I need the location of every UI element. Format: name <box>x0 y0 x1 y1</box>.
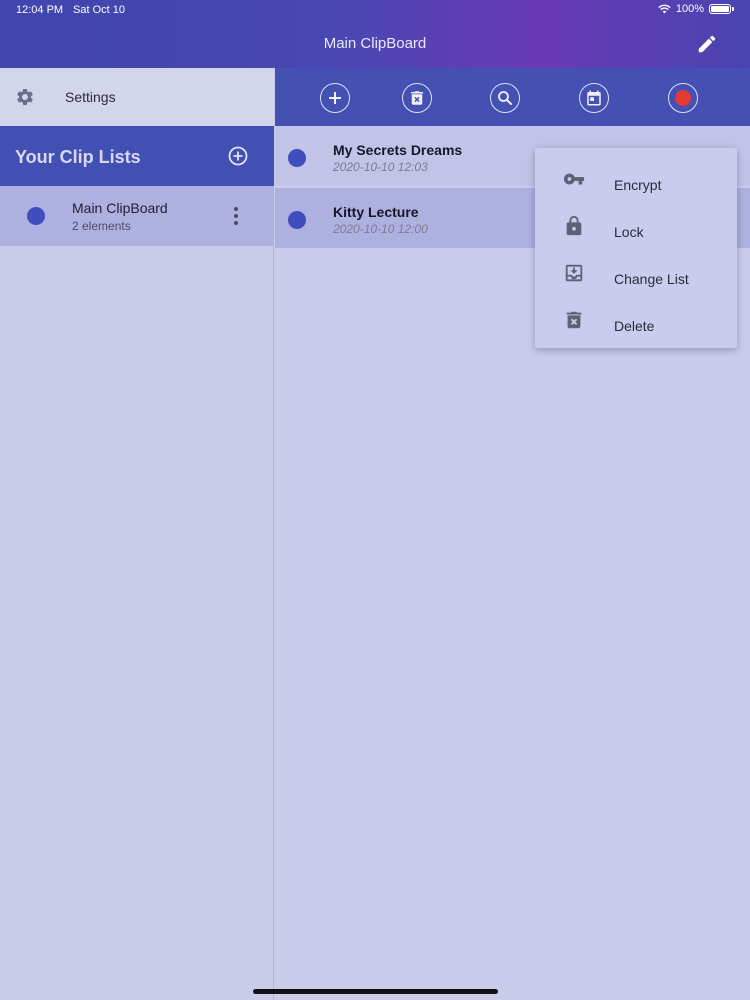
toolbar <box>275 68 750 126</box>
menu-label: Delete <box>614 318 655 334</box>
plus-icon <box>329 92 341 104</box>
clip-dot <box>288 149 306 167</box>
battery-percent: 100% <box>675 3 704 15</box>
status-time: 12:04 PM <box>16 4 64 16</box>
cliplists-header: Your Clip Lists <box>0 126 274 186</box>
calendar-button[interactable] <box>579 83 609 113</box>
add-clip-button[interactable] <box>320 83 350 113</box>
status-indicators: 100% <box>658 3 734 15</box>
menu-label: Lock <box>614 224 644 240</box>
more-vert-icon[interactable] <box>226 204 246 228</box>
lock-icon <box>563 215 585 237</box>
clip-dot <box>288 211 306 229</box>
cliplists-title: Your Clip Lists <box>15 147 141 167</box>
settings-label: Settings <box>65 89 116 105</box>
status-date: Sat Oct 10 <box>73 4 125 16</box>
pencil-icon[interactable] <box>696 33 718 55</box>
clip-date: 2020-10-10 12:00 <box>333 222 428 236</box>
search-button[interactable] <box>490 83 520 113</box>
menu-item-encrypt[interactable]: Encrypt <box>535 155 737 202</box>
app-header: 12:04 PM Sat Oct 10 100% Main ClipBoard <box>0 0 750 68</box>
menu-label: Encrypt <box>614 177 662 193</box>
sidebar: Settings Your Clip Lists Main ClipBoard … <box>0 68 274 1000</box>
key-icon <box>563 168 585 190</box>
wifi-icon <box>658 4 671 14</box>
delete-icon <box>563 309 585 331</box>
settings-row[interactable]: Settings <box>0 68 274 126</box>
plus-circle-icon[interactable] <box>227 145 249 167</box>
page-title: Main ClipBoard <box>323 35 427 52</box>
clip-title: Kitty Lecture <box>333 204 419 220</box>
menu-item-lock[interactable]: Lock <box>535 202 737 249</box>
status-bar: 12:04 PM Sat Oct 10 100% <box>0 0 750 22</box>
menu-item-change-list[interactable]: Change List <box>535 249 737 296</box>
delete-all-button[interactable] <box>402 83 432 113</box>
record-icon <box>675 90 691 106</box>
move-to-list-icon <box>563 262 585 284</box>
clip-title: My Secrets Dreams <box>333 142 463 158</box>
home-indicator[interactable] <box>253 989 498 994</box>
context-menu: Encrypt Lock Change List Delete <box>535 148 737 348</box>
calendar-icon <box>587 90 601 106</box>
gear-icon <box>15 87 35 107</box>
delete-icon <box>411 91 423 105</box>
cliplist-name: Main ClipBoard <box>72 200 168 216</box>
menu-item-delete[interactable]: Delete <box>535 296 737 343</box>
battery-icon <box>709 4 731 14</box>
clip-date: 2020-10-10 12:03 <box>333 160 428 174</box>
record-button[interactable] <box>668 83 698 113</box>
menu-label: Change List <box>614 271 689 287</box>
cliplist-item[interactable]: Main ClipBoard 2 elements <box>0 186 274 246</box>
search-icon <box>498 91 512 105</box>
list-dot <box>27 207 45 225</box>
cliplist-count: 2 elements <box>72 219 131 233</box>
